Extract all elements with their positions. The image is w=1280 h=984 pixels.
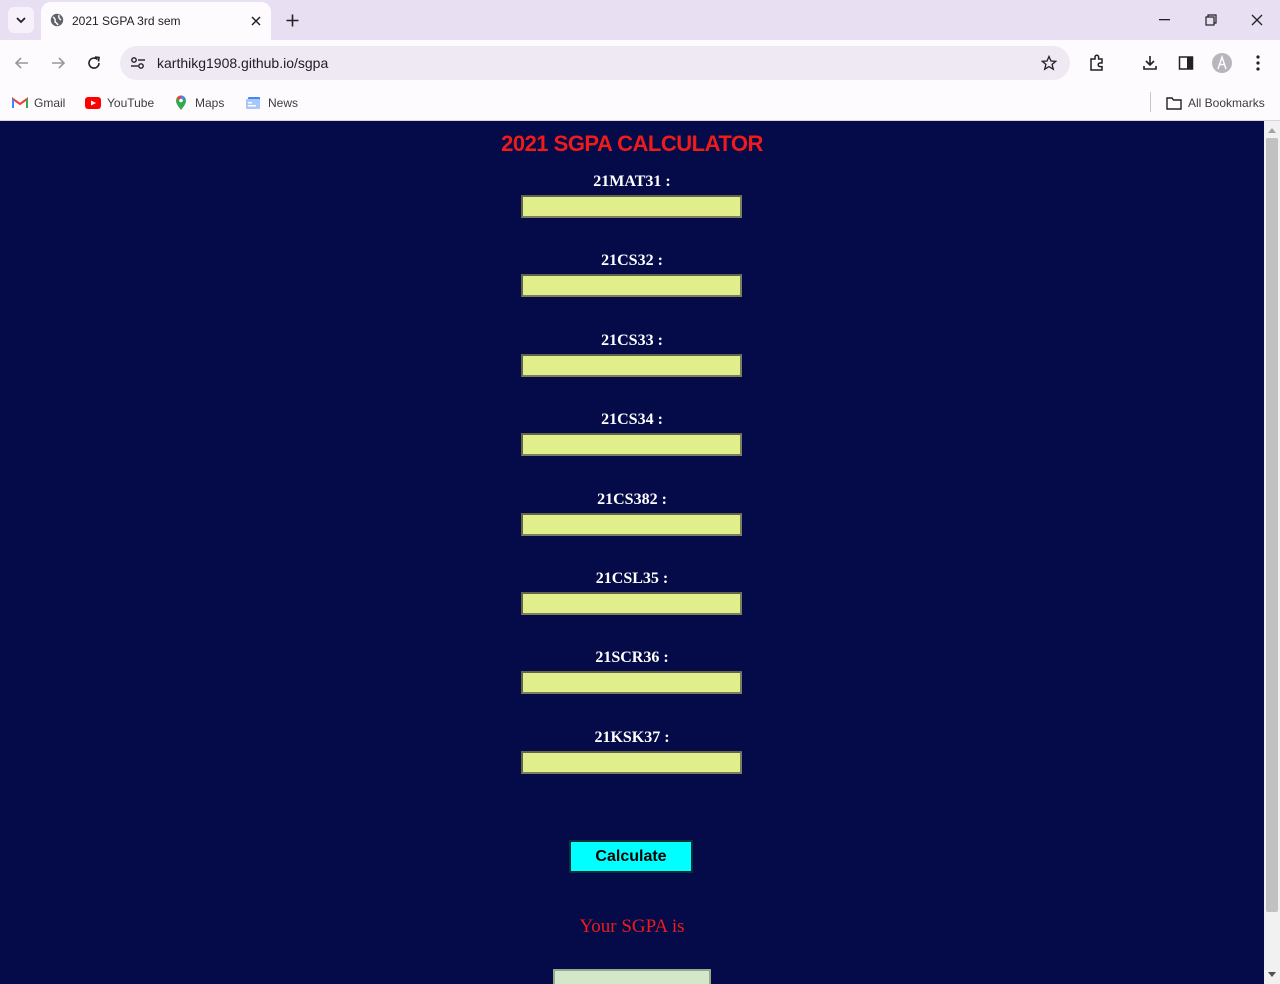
address-bar[interactable]: karthikg1908.github.io/sgpa — [120, 46, 1070, 80]
scroll-down-icon[interactable] — [1264, 968, 1280, 982]
calculate-button[interactable]: Calculate — [569, 840, 693, 873]
subject-row: 21CS33 : — [0, 332, 1264, 377]
subject-label: 21CSL35 : — [595, 570, 669, 587]
bookmark-label: Maps — [195, 96, 225, 110]
forward-icon[interactable] — [44, 49, 72, 77]
vertical-scrollbar[interactable] — [1264, 121, 1280, 984]
new-tab-icon[interactable] — [280, 8, 304, 32]
subject-row: 21SCR36 : — [0, 649, 1264, 694]
restore-icon[interactable] — [1188, 0, 1234, 40]
page-title: 2021 SGPA CALCULATOR — [501, 131, 763, 156]
maps-icon — [173, 95, 189, 111]
subject-grade-input[interactable] — [521, 195, 742, 218]
extensions-icon[interactable] — [1084, 50, 1110, 76]
subject-row: 21CS32 : — [0, 252, 1264, 297]
chevron-down-icon — [16, 17, 26, 24]
subject-label: 21KSK37 : — [594, 729, 670, 746]
side-panel-icon[interactable] — [1173, 50, 1199, 76]
scroll-up-icon[interactable] — [1264, 123, 1280, 137]
subject-grade-input[interactable] — [521, 513, 742, 536]
bookmark-label: Gmail — [34, 96, 66, 110]
tab-search-button[interactable] — [8, 7, 34, 33]
page-content: 2021 SGPA CALCULATOR 21MAT31 : 21CS32 : … — [0, 121, 1264, 984]
bookmark-maps[interactable]: Maps — [173, 93, 224, 113]
subject-label: 21SCR36 : — [595, 649, 669, 666]
profile-avatar-icon[interactable] — [1209, 50, 1235, 76]
bookmark-youtube[interactable]: YouTube — [85, 93, 154, 113]
subject-row: 21CS382 : — [0, 491, 1264, 536]
scrollbar-thumb[interactable] — [1266, 138, 1278, 912]
reload-icon[interactable] — [80, 49, 108, 77]
more-menu-icon[interactable] — [1245, 50, 1271, 76]
gmail-icon — [12, 95, 28, 111]
bookmark-star-icon[interactable] — [1038, 52, 1060, 74]
all-bookmarks-label: All Bookmarks — [1188, 96, 1265, 110]
bookmark-label: News — [268, 96, 299, 110]
close-window-icon[interactable] — [1234, 0, 1280, 40]
back-icon[interactable] — [8, 49, 36, 77]
subject-label: 21MAT31 : — [593, 173, 671, 190]
subject-label: 21CS382 : — [597, 491, 667, 508]
news-icon — [246, 95, 262, 111]
subject-row: 21CS34 : — [0, 411, 1264, 456]
subject-row: 21CSL35 : — [0, 570, 1264, 615]
subject-grade-input[interactable] — [521, 354, 742, 377]
subject-label: 21CS33 : — [601, 332, 663, 349]
subject-grade-input[interactable] — [521, 274, 742, 297]
download-icon[interactable] — [1137, 50, 1163, 76]
site-settings-icon[interactable] — [128, 53, 148, 73]
bookmarks-bar: Gmail YouTube Maps News All Bookmarks — [0, 86, 1280, 121]
minimize-icon[interactable] — [1142, 0, 1188, 40]
subject-row: 21KSK37 : — [0, 729, 1264, 774]
all-bookmarks[interactable]: All Bookmarks — [1166, 93, 1265, 113]
close-tab-icon[interactable] — [246, 11, 266, 31]
bookmark-label: YouTube — [107, 96, 155, 110]
tab-strip: 2021 SGPA 3rd sem — [0, 0, 1280, 40]
subject-grade-input[interactable] — [521, 433, 742, 456]
url-text: karthikg1908.github.io/sgpa — [157, 55, 329, 71]
subject-grade-input[interactable] — [521, 592, 742, 615]
tab-title: 2021 SGPA 3rd sem — [72, 14, 181, 28]
subject-label: 21CS32 : — [601, 252, 663, 269]
subject-grade-input[interactable] — [521, 671, 742, 694]
subject-label: 21CS34 : — [601, 411, 663, 428]
subject-row: 21MAT31 : — [0, 173, 1264, 218]
bookmark-gmail[interactable]: Gmail — [12, 93, 65, 113]
globe-icon — [50, 13, 64, 27]
sgpa-result-field — [553, 969, 711, 984]
browser-toolbar: karthikg1908.github.io/sgpa — [0, 40, 1280, 86]
subject-grade-input[interactable] — [521, 751, 742, 774]
bookmarks-divider — [1150, 92, 1151, 112]
youtube-icon — [85, 95, 101, 111]
result-label: Your SGPA is — [579, 916, 685, 937]
folder-icon — [1166, 95, 1182, 111]
active-tab[interactable]: 2021 SGPA 3rd sem — [41, 2, 271, 40]
bookmark-news[interactable]: News — [246, 93, 298, 113]
